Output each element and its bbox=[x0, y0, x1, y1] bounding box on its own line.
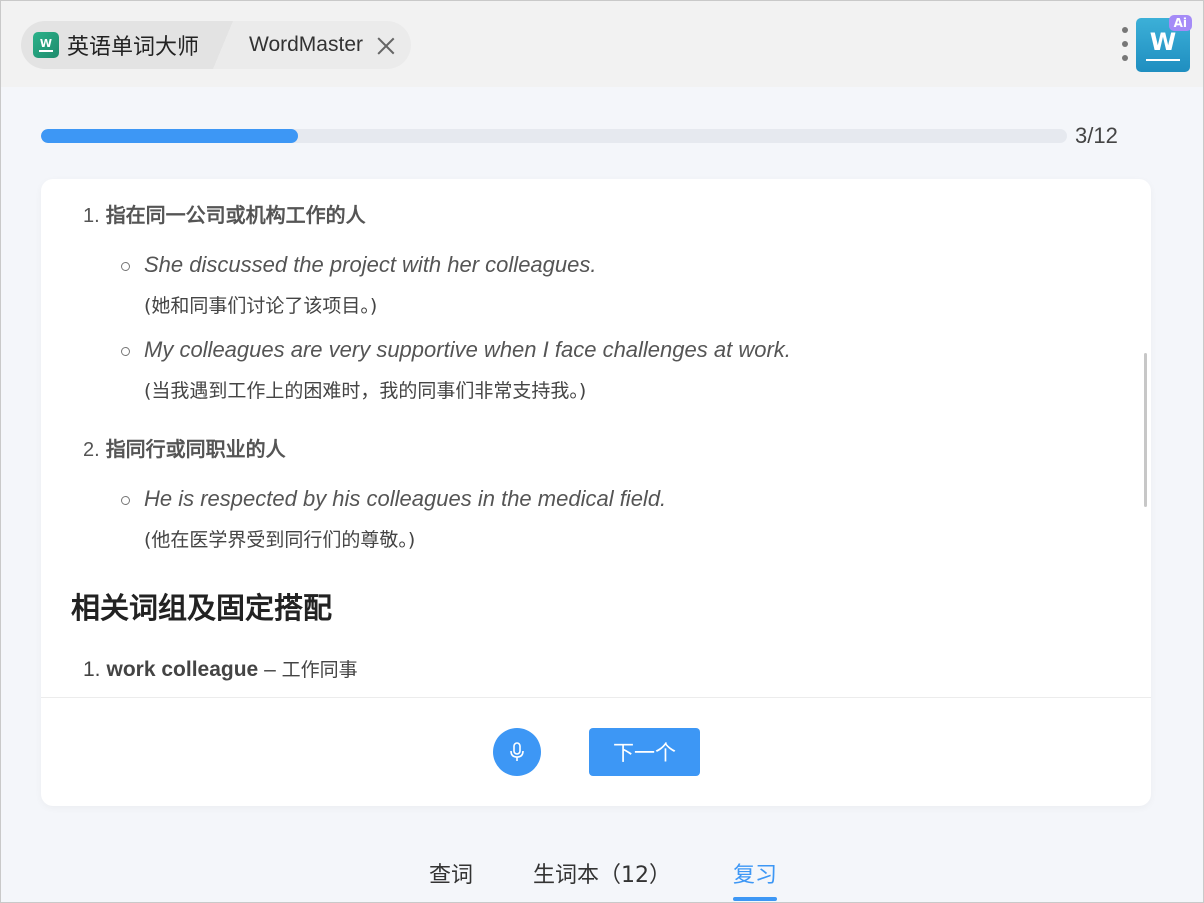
title-bar: W 英语单词大师 WordMaster W Ai bbox=[1, 1, 1203, 87]
example-translation: (他在医学界受到同行们的尊敬。) bbox=[144, 529, 416, 551]
page-tab-label: WordMaster bbox=[249, 33, 363, 56]
app-logo-letter: W bbox=[39, 36, 53, 50]
definition-text: 指在同一公司或机构工作的人 bbox=[105, 203, 366, 227]
word-detail-card: 1. 指在同一公司或机构工作的人 She discussed the projec… bbox=[41, 179, 1151, 806]
example-sentence: She discussed the project with her colle… bbox=[144, 252, 597, 277]
ai-badge: Ai bbox=[1168, 15, 1192, 31]
phrase-term: work colleague bbox=[106, 658, 259, 681]
bottom-nav: 查词 生词本（12） 复习 bbox=[1, 851, 1203, 902]
section-title: 相关词组及固定搭配 bbox=[71, 591, 333, 625]
bullet-icon bbox=[121, 496, 130, 505]
microphone-icon bbox=[510, 742, 524, 761]
nav-review[interactable]: 复习 bbox=[733, 857, 777, 889]
progress-fill bbox=[41, 129, 298, 143]
bullet-icon bbox=[121, 347, 130, 356]
app-logo-icon: W bbox=[33, 32, 59, 58]
definition-1: 1. 指在同一公司或机构工作的人 bbox=[83, 199, 366, 228]
phrase-dash: – bbox=[258, 658, 282, 681]
definition-number: 1. bbox=[83, 205, 100, 227]
progress-bar bbox=[41, 129, 1067, 143]
microphone-button[interactable] bbox=[493, 728, 541, 776]
divider bbox=[41, 697, 1151, 698]
phrase-meaning: 工作同事 bbox=[281, 659, 358, 681]
next-button[interactable]: 下一个 bbox=[589, 728, 700, 776]
ai-logo-letter: W bbox=[1149, 28, 1177, 56]
app-tab[interactable]: W 英语单词大师 bbox=[21, 21, 234, 69]
definition-number: 2. bbox=[83, 439, 100, 461]
card-content[interactable]: 1. 指在同一公司或机构工作的人 She discussed the projec… bbox=[41, 179, 1151, 697]
example-sentence: He is respected by his colleagues in the… bbox=[144, 486, 667, 511]
phrase-item: 1. work colleague – 工作同事 bbox=[83, 655, 358, 682]
ai-assistant-icon[interactable]: W Ai bbox=[1136, 15, 1192, 72]
more-options-icon[interactable] bbox=[1118, 27, 1132, 61]
definition-2: 2. 指同行或同职业的人 bbox=[83, 433, 286, 462]
example-translation: (她和同事们讨论了该项目。) bbox=[144, 295, 378, 317]
page-tab[interactable]: WordMaster bbox=[223, 21, 411, 69]
bullet-icon bbox=[121, 262, 130, 271]
nav-wordbook[interactable]: 生词本（12） bbox=[533, 857, 671, 889]
scrollbar[interactable] bbox=[1144, 353, 1147, 507]
nav-lookup[interactable]: 查词 bbox=[429, 857, 473, 889]
app-window: W 英语单词大师 WordMaster W Ai 3/12 1. 指在同一公司或机… bbox=[0, 0, 1204, 903]
definition-text: 指同行或同职业的人 bbox=[105, 437, 286, 461]
tab-group: W 英语单词大师 WordMaster bbox=[21, 21, 411, 69]
phrase-number: 1. bbox=[83, 658, 101, 681]
app-tab-label: 英语单词大师 bbox=[67, 35, 200, 60]
example-sentence: My colleagues are very supportive when I… bbox=[144, 337, 791, 362]
active-tab-indicator bbox=[733, 897, 777, 901]
example-translation: (当我遇到工作上的困难时，我的同事们非常支持我。) bbox=[144, 380, 587, 402]
progress-count: 3/12 bbox=[1075, 123, 1118, 148]
close-icon[interactable] bbox=[377, 36, 395, 54]
